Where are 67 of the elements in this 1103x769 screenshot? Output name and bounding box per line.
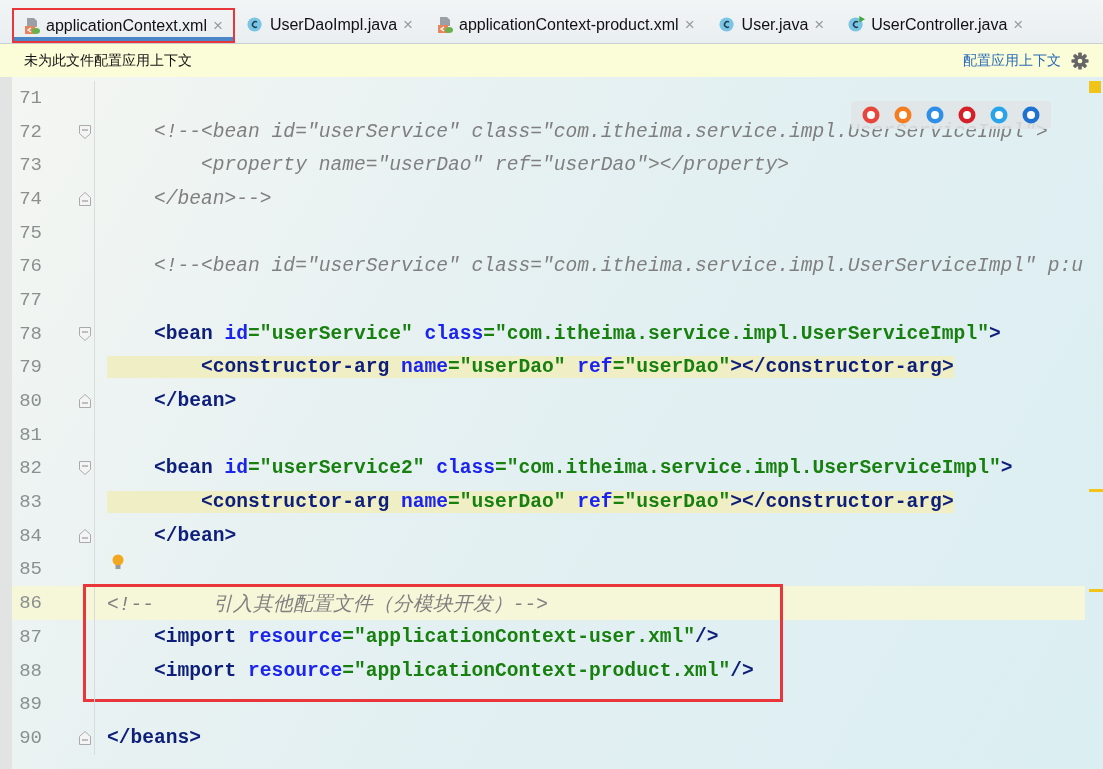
notification-message: 未为此文件配置应用上下文 (24, 51, 192, 70)
attribute-name: class (435, 457, 496, 480)
xml-tag: > (988, 322, 1001, 345)
xml-comment: <property name="userDao" ref="userDao"></property> (200, 154, 789, 177)
line-number: 73 (18, 154, 42, 177)
xml-tag: <bean (107, 457, 213, 480)
xml-tag: > (1000, 457, 1013, 480)
xml-comment: <!--<bean id="userService" class="com.itheima.service.impl.UserServiceImpl" p:u (153, 255, 1083, 278)
attribute-value: ="userService" (248, 322, 413, 345)
attribute-value: ="userDao" (448, 356, 566, 379)
line-number: 79 (18, 356, 42, 379)
line-number: 80 (18, 390, 42, 413)
attribute-value: ="userDao" (448, 491, 566, 514)
attribute-value: ="userDao" (612, 491, 731, 514)
line-number: 75 (18, 221, 42, 244)
line-number: 83 (18, 491, 42, 514)
line-number: 89 (18, 693, 42, 716)
xml-tag: ></constructor-arg> (730, 491, 954, 514)
attribute-value: ="userService2" (248, 457, 425, 480)
attribute-name: class (423, 322, 484, 345)
attribute-name: id (223, 322, 249, 345)
xml-tag: <constructor-arg (107, 356, 390, 379)
configure-context-link[interactable]: 配置应用上下文 (963, 51, 1061, 70)
line-number: 84 (18, 524, 42, 547)
editor-tab[interactable]: UserController.java × (836, 8, 1036, 43)
line-number: 90 (18, 726, 42, 749)
line-number: 78 (18, 322, 42, 345)
xml-comment: </bean>--> (153, 187, 272, 210)
xml-tag: <bean (107, 322, 213, 345)
xml-tag: </bean> (107, 390, 237, 413)
attribute-value: ="applicationContext-user.xml" (342, 625, 695, 648)
line-number: 77 (18, 288, 42, 311)
attribute-value: ="com.itheima.service.impl.UserServiceImpl" (495, 457, 1001, 480)
xml-tag: ></constructor-arg> (730, 356, 954, 379)
attribute-value: ="com.itheima.service.impl.UserServiceImpl" (483, 322, 989, 345)
attribute-name: resource (247, 659, 343, 682)
attribute-value: ="userDao" (612, 356, 731, 379)
line-number: 82 (18, 457, 42, 480)
xml-comment: <!-- 引入其他配置文件（分模块开发）--> (107, 593, 549, 616)
line-number: 72 (18, 120, 42, 143)
xml-tag: </bean> (107, 524, 237, 547)
xml-tag: <constructor-arg (107, 491, 390, 514)
xml-tag: <import (107, 659, 237, 682)
editor-tab[interactable]: User.java × (706, 8, 837, 43)
line-number: 71 (18, 86, 42, 109)
line-number: 76 (18, 255, 42, 278)
editor-tab[interactable]: applicationContext-product.xml × (425, 8, 707, 43)
attribute-name: resource (247, 625, 343, 648)
xml-tag: /> (730, 659, 754, 682)
editor-tab[interactable]: UserDaoImpl.java × (234, 8, 425, 43)
line-number: 86 (18, 592, 42, 615)
xml-comment: <!--<bean id="userService" class="com.itheima.service.impl.UserServiceImpl"> (153, 120, 1048, 143)
line-number: 87 (18, 625, 42, 648)
attribute-name: ref (565, 491, 613, 514)
line-number: 85 (18, 558, 42, 581)
editor-tab[interactable]: applicationContext.xml × (12, 8, 235, 43)
line-number: 81 (18, 423, 42, 446)
attribute-name: name (389, 356, 448, 379)
attribute-name: id (223, 457, 249, 480)
line-number: 88 (18, 659, 42, 682)
line-number: 74 (18, 187, 42, 210)
xml-tag: </beans> (107, 726, 202, 749)
attribute-value: ="applicationContext-product.xml" (342, 659, 731, 682)
attribute-name: ref (565, 356, 613, 379)
xml-tag: <import (107, 625, 237, 648)
xml-tag: /> (694, 625, 719, 648)
attribute-name: name (389, 491, 448, 514)
